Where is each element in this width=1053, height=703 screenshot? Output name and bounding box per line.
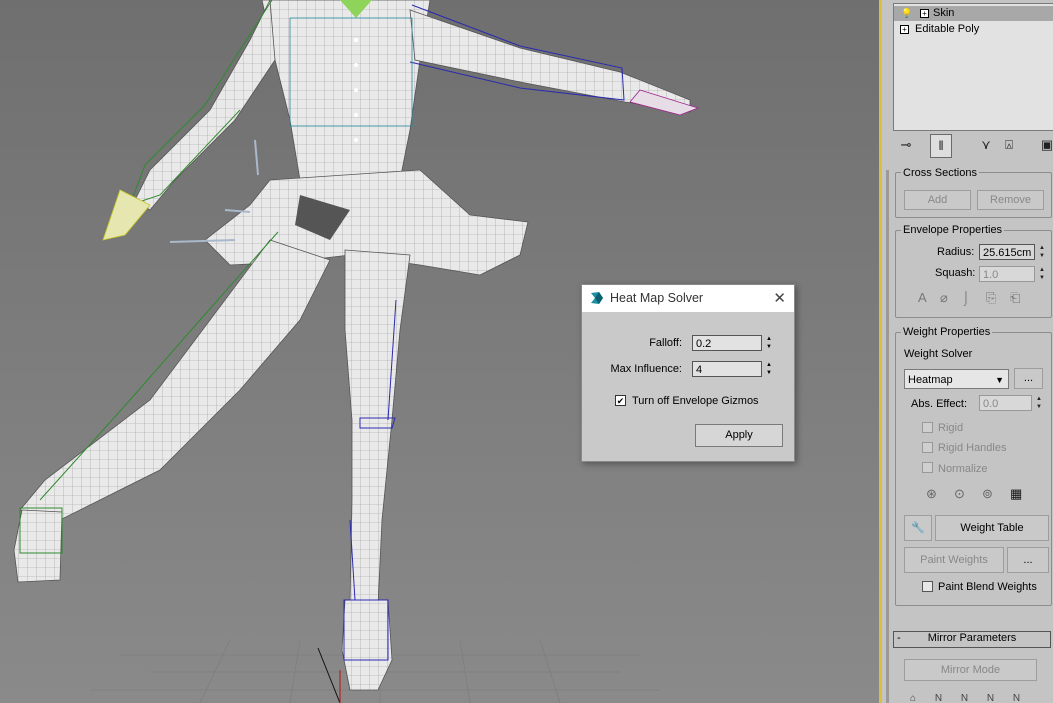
weight-table-button[interactable]: Weight Table bbox=[935, 515, 1049, 541]
dialog-title: Heat Map Solver bbox=[610, 291, 704, 305]
envelope-properties-group: Envelope Properties Radius: 25.615cm ▲ ▼ … bbox=[895, 224, 1052, 318]
weight-properties-title: Weight Properties bbox=[901, 326, 993, 338]
falloff-field[interactable]: 0.2 bbox=[692, 335, 762, 351]
weight-solver-options-button[interactable]: ... bbox=[1014, 368, 1043, 389]
envelope-properties-title: Envelope Properties bbox=[901, 224, 1005, 236]
stack-item-label: Skin bbox=[933, 7, 955, 19]
pin-icon[interactable]: ⊸ bbox=[896, 134, 916, 156]
paint-weights-button[interactable]: Paint Weights bbox=[904, 547, 1004, 573]
configure-modifier-sets-icon[interactable]: ▣ bbox=[1037, 134, 1053, 156]
radius-field[interactable]: 25.615cm bbox=[979, 244, 1035, 260]
radius-label: Radius: bbox=[937, 246, 975, 258]
max-influence-field[interactable]: 4 bbox=[692, 361, 762, 377]
rollout-scrollbar[interactable] bbox=[886, 170, 889, 703]
bake-weights-icon[interactable]: ▦ bbox=[1010, 486, 1022, 502]
weight-tool-button[interactable]: 🔧 bbox=[904, 515, 932, 541]
mirror-parameters-title: Mirror Parameters bbox=[927, 632, 1017, 644]
rigid-checkbox[interactable] bbox=[922, 422, 933, 433]
remove-cross-section-button[interactable]: Remove bbox=[977, 190, 1044, 210]
squash-field[interactable]: 1.0 bbox=[979, 266, 1035, 282]
falloff-spinner[interactable]: ▲ ▼ bbox=[764, 335, 774, 351]
abs-effect-field[interactable]: 0.0 bbox=[979, 395, 1032, 411]
stack-item-editable-poly[interactable]: + Editable Poly bbox=[894, 22, 1053, 37]
abs-effect-label: Abs. Effect: bbox=[911, 398, 968, 410]
apply-button[interactable]: Apply bbox=[695, 424, 783, 447]
modifier-stack-list[interactable]: 💡 + Skin + Editable Poly bbox=[893, 3, 1053, 131]
stack-item-skin[interactable]: 💡 + Skin bbox=[894, 6, 1053, 21]
absolute-relative-icon[interactable]: A bbox=[918, 290, 927, 305]
mirror-tools-row[interactable]: ⌂ N N N N bbox=[910, 693, 1040, 703]
add-cross-section-button[interactable]: Add bbox=[904, 190, 971, 210]
wrench-icon: 🔧 bbox=[911, 522, 925, 534]
weight-solver-value: Heatmap bbox=[908, 374, 953, 386]
paint-blend-weights-label: Paint Blend Weights bbox=[938, 581, 1037, 593]
squash-label: Squash: bbox=[935, 267, 976, 279]
paint-options-button[interactable]: ... bbox=[1007, 547, 1049, 573]
weight-solver-label: Weight Solver bbox=[904, 348, 973, 360]
include-vertices-icon[interactable]: ⊙ bbox=[954, 486, 965, 502]
falloff-icon[interactable]: ⌡ bbox=[962, 290, 970, 305]
rigid-label: Rigid bbox=[938, 422, 964, 434]
3dsmax-logo-icon bbox=[591, 292, 603, 304]
dialog-titlebar[interactable]: Heat Map Solver ✕ bbox=[582, 285, 794, 312]
command-panel: 💡 + Skin + Editable Poly ⊸ ‖ ⋎ ⍓ ▣ Cross… bbox=[882, 0, 1053, 703]
turn-off-gizmos-checkbox[interactable]: ✔ bbox=[615, 395, 626, 406]
stack-toolbar: ⊸ ‖ ⋎ ⍓ ▣ bbox=[893, 134, 1053, 158]
envelope-visible-icon[interactable]: ⌀ bbox=[940, 290, 948, 306]
normalize-label: Normalize bbox=[938, 463, 988, 475]
expand-icon[interactable]: + bbox=[900, 25, 909, 34]
normalize-checkbox[interactable] bbox=[922, 462, 933, 473]
heat-map-solver-dialog: Heat Map Solver ✕ Falloff: 0.2 ▲ ▼ Max In… bbox=[581, 284, 795, 462]
paste-icon[interactable]: ⎗ bbox=[1010, 290, 1020, 306]
radius-spinner[interactable]: ▲ ▼ bbox=[1037, 244, 1047, 260]
close-icon[interactable]: ✕ bbox=[773, 289, 786, 307]
cross-sections-title: Cross Sections bbox=[901, 167, 979, 179]
falloff-label: Falloff: bbox=[649, 337, 682, 349]
select-excluded-icon[interactable]: ⊚ bbox=[982, 486, 993, 502]
rigid-handles-checkbox[interactable] bbox=[922, 442, 933, 453]
exclude-vertices-icon[interactable]: ⊛ bbox=[926, 486, 937, 502]
paint-blend-weights-checkbox[interactable] bbox=[922, 581, 933, 592]
make-unique-icon[interactable]: ⋎ bbox=[976, 134, 996, 156]
copy-icon[interactable]: ⎘ bbox=[986, 290, 996, 306]
squash-spinner[interactable]: ▲ ▼ bbox=[1037, 266, 1047, 282]
abs-effect-spinner[interactable]: ▲ ▼ bbox=[1034, 395, 1044, 411]
mirror-parameters-header[interactable]: - Mirror Parameters bbox=[893, 631, 1051, 648]
rigid-handles-label: Rigid Handles bbox=[938, 442, 1007, 454]
max-influence-spinner[interactable]: ▲ ▼ bbox=[764, 361, 774, 377]
lightbulb-icon[interactable]: 💡 bbox=[901, 8, 912, 18]
cross-sections-group: Cross Sections Add Remove bbox=[895, 167, 1052, 218]
show-end-result-icon[interactable]: ‖ bbox=[930, 134, 952, 158]
stack-item-label: Editable Poly bbox=[915, 23, 980, 35]
weight-properties-group: Weight Properties Weight Solver Heatmap … bbox=[895, 326, 1052, 606]
turn-off-gizmos-label: Turn off Envelope Gizmos bbox=[632, 395, 759, 407]
expand-icon[interactable]: + bbox=[920, 9, 929, 18]
remove-modifier-icon[interactable]: ⍓ bbox=[999, 134, 1019, 156]
max-influence-label: Max Influence: bbox=[610, 363, 682, 375]
chevron-down-icon: ▼ bbox=[995, 375, 1004, 385]
weight-solver-dropdown[interactable]: Heatmap ▼ bbox=[904, 369, 1009, 389]
mirror-mode-button[interactable]: Mirror Mode bbox=[904, 659, 1037, 681]
